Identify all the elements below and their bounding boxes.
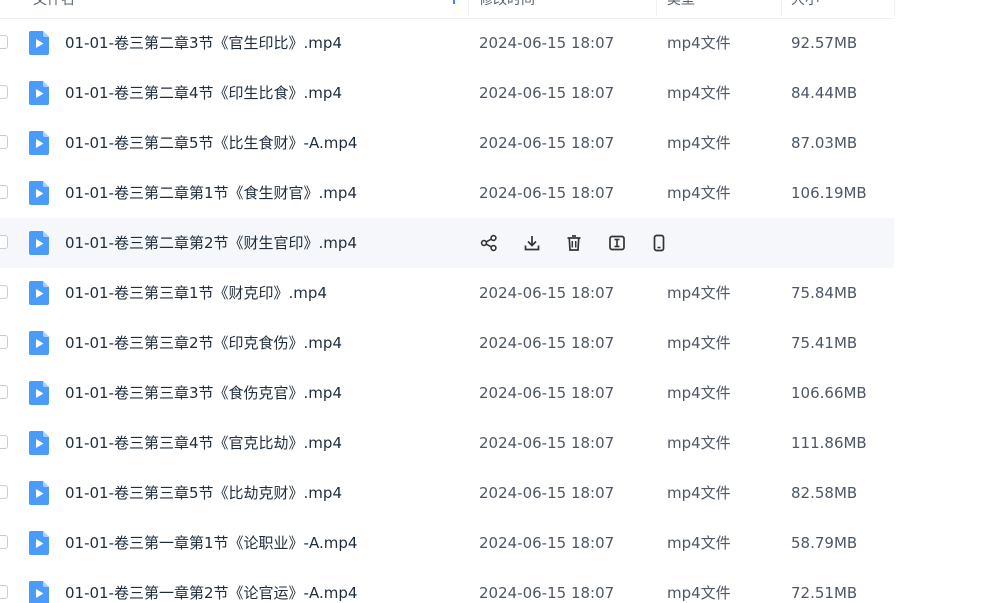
modified-time: 2024-06-15 18:07 [479, 384, 615, 402]
table-row[interactable]: 01-01-卷三第三章5节《比劫克财》.mp4 2024-06-15 18:07 m… [0, 468, 894, 518]
modified-time: 2024-06-15 18:07 [479, 284, 615, 302]
column-divider[interactable] [656, 0, 657, 16]
table-row[interactable]: 01-01-卷三第二章第1节《食生财官》.mp4 2024-06-15 18:07… [0, 168, 894, 218]
row-checkbox[interactable] [0, 285, 8, 299]
file-type: mp4文件 [667, 334, 731, 352]
video-file-icon [29, 131, 49, 155]
file-type: mp4文件 [667, 484, 731, 502]
modified-time: 2024-06-15 18:07 [479, 84, 615, 102]
file-name[interactable]: 01-01-卷三第二章4节《印生比食》.mp4 [65, 68, 342, 118]
modified-time: 2024-06-15 18:07 [479, 184, 615, 202]
file-name[interactable]: 01-01-卷三第二章第2节《财生官印》.mp4 [65, 218, 357, 268]
table-row[interactable]: 01-01-卷三第二章5节《比生食财》-A.mp4 2024-06-15 18:0… [0, 118, 894, 168]
row-checkbox[interactable] [0, 535, 8, 549]
video-file-icon [29, 581, 49, 603]
file-type: mp4文件 [667, 284, 731, 302]
file-size: 58.79MB [791, 534, 858, 552]
video-file-icon [29, 331, 49, 355]
video-file-icon [29, 181, 49, 205]
row-checkbox[interactable] [0, 335, 8, 349]
table-header: 文件名 修改时间 类型 大小 [0, 0, 895, 19]
table-row[interactable]: 01-01-卷三第三章4节《官克比劫》.mp4 2024-06-15 18:07 m… [0, 418, 894, 468]
rename-icon[interactable] [607, 232, 627, 254]
column-divider[interactable] [894, 0, 895, 16]
file-size: 106.19MB [791, 184, 867, 202]
file-name[interactable]: 01-01-卷三第三章4节《官克比劫》.mp4 [65, 418, 342, 468]
modified-time: 2024-06-15 18:07 [479, 34, 615, 52]
video-file-icon [29, 481, 49, 505]
modified-time: 2024-06-15 18:07 [479, 334, 615, 352]
file-type: mp4文件 [667, 84, 731, 102]
video-file-icon [29, 281, 49, 305]
file-type: mp4文件 [667, 534, 731, 552]
table-row[interactable]: 01-01-卷三第二章3节《官生印比》.mp4 2024-06-15 18:07 m… [0, 18, 894, 68]
file-size: 75.41MB [791, 334, 858, 352]
delete-icon[interactable] [564, 232, 584, 254]
row-checkbox[interactable] [0, 385, 8, 399]
share-icon[interactable] [479, 232, 499, 254]
column-divider[interactable] [781, 0, 782, 16]
file-size: 72.51MB [791, 584, 858, 602]
file-size: 84.44MB [791, 84, 858, 102]
row-checkbox[interactable] [0, 35, 8, 49]
sort-arrow-icon[interactable] [453, 0, 455, 4]
column-header-name[interactable]: 文件名 [33, 0, 75, 18]
table-row[interactable]: 01-01-卷三第三章2节《印克食伤》.mp4 2024-06-15 18:07 m… [0, 318, 894, 368]
file-size: 106.66MB [791, 384, 867, 402]
file-size: 92.57MB [791, 34, 858, 52]
row-checkbox[interactable] [0, 85, 8, 99]
column-header-modified[interactable]: 修改时间 [479, 0, 535, 18]
file-type: mp4文件 [667, 184, 731, 202]
file-table: 文件名 修改时间 类型 大小 01-01-卷三第二章3节《官生印比》.mp4 20… [0, 0, 991, 603]
table-row[interactable]: 01-01-卷三第三章1节《财克印》.mp4 2024-06-15 18:07 mp… [0, 268, 894, 318]
table-row[interactable]: 01-01-卷三第一章第2节《论官运》-A.mp4 2024-06-15 18:0… [0, 568, 894, 603]
file-name[interactable]: 01-01-卷三第二章3节《官生印比》.mp4 [65, 18, 342, 68]
file-name[interactable]: 01-01-卷三第三章1节《财克印》.mp4 [65, 268, 327, 318]
modified-time: 2024-06-15 18:07 [479, 134, 615, 152]
video-file-icon [29, 31, 49, 55]
phone-icon[interactable] [649, 232, 669, 254]
file-size: 75.84MB [791, 284, 858, 302]
file-type: mp4文件 [667, 384, 731, 402]
table-row[interactable]: 01-01-卷三第三章3节《食伤克官》.mp4 2024-06-15 18:07 m… [0, 368, 894, 418]
table-row[interactable]: 01-01-卷三第一章第1节《论职业》-A.mp4 2024-06-15 18:0… [0, 518, 894, 568]
video-file-icon [29, 381, 49, 405]
column-header-size[interactable]: 大小 [791, 0, 819, 18]
modified-time: 2024-06-15 18:07 [479, 434, 615, 452]
row-checkbox[interactable] [0, 585, 8, 599]
file-size: 87.03MB [791, 134, 858, 152]
column-divider[interactable] [468, 0, 469, 16]
video-file-icon [29, 81, 49, 105]
row-checkbox[interactable] [0, 235, 8, 249]
table-row[interactable]: 01-01-卷三第二章4节《印生比食》.mp4 2024-06-15 18:07 m… [0, 68, 894, 118]
file-name[interactable]: 01-01-卷三第一章第1节《论职业》-A.mp4 [65, 518, 357, 568]
row-checkbox[interactable] [0, 485, 8, 499]
column-header-type[interactable]: 类型 [667, 0, 695, 18]
file-name[interactable]: 01-01-卷三第二章第1节《食生财官》.mp4 [65, 168, 357, 218]
row-checkbox[interactable] [0, 185, 8, 199]
row-checkbox[interactable] [0, 135, 8, 149]
file-type: mp4文件 [667, 34, 731, 52]
file-size: 82.58MB [791, 484, 858, 502]
modified-time: 2024-06-15 18:07 [479, 534, 615, 552]
table-row[interactable]: 01-01-卷三第二章第2节《财生官印》.mp4 [0, 218, 894, 268]
modified-time: 2024-06-15 18:07 [479, 584, 615, 602]
download-icon[interactable] [522, 232, 542, 254]
video-file-icon [29, 531, 49, 555]
file-name[interactable]: 01-01-卷三第三章2节《印克食伤》.mp4 [65, 318, 342, 368]
file-name[interactable]: 01-01-卷三第二章5节《比生食财》-A.mp4 [65, 118, 357, 168]
file-type: mp4文件 [667, 584, 731, 602]
file-size: 111.86MB [791, 434, 867, 452]
modified-time: 2024-06-15 18:07 [479, 484, 615, 502]
row-checkbox[interactable] [0, 435, 8, 449]
file-type: mp4文件 [667, 434, 731, 452]
file-type: mp4文件 [667, 134, 731, 152]
video-file-icon [29, 431, 49, 455]
video-file-icon [29, 231, 49, 255]
file-name[interactable]: 01-01-卷三第一章第2节《论官运》-A.mp4 [65, 568, 357, 603]
file-name[interactable]: 01-01-卷三第三章3节《食伤克官》.mp4 [65, 368, 342, 418]
file-name[interactable]: 01-01-卷三第三章5节《比劫克财》.mp4 [65, 468, 342, 518]
